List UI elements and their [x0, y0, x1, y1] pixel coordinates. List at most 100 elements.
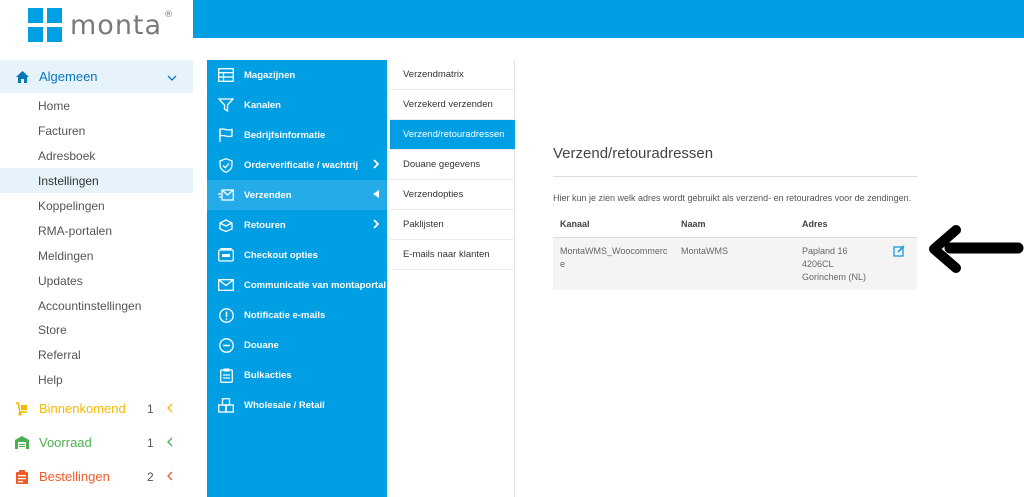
sidebar-item-updates[interactable]: Updates: [0, 268, 193, 293]
section-bestellingen-label: Bestellingen: [39, 469, 110, 484]
logo-mark-icon: [28, 8, 62, 42]
column-header-naam: Naam: [681, 219, 706, 229]
title-divider: [553, 176, 917, 177]
section-binnenkomend[interactable]: Binnenkomend 1: [0, 392, 193, 425]
cell-kanaal-line: e: [560, 259, 566, 269]
sidebar-item-store[interactable]: Store: [0, 317, 193, 342]
column-header-kanaal: Kanaal: [560, 219, 590, 229]
menu-item-retouren[interactable]: Retouren: [207, 210, 387, 240]
submenu-item-emails-naar-klanten[interactable]: E-mails naar klanten: [390, 240, 515, 270]
section-voorraad[interactable]: Voorraad 1: [0, 426, 193, 459]
cell-adres-line: Papland 16: [802, 246, 848, 256]
chevron-left-icon: [167, 401, 193, 416]
flag-icon: [218, 127, 234, 143]
menu-item-label: Kanalen: [244, 99, 281, 111]
edit-icon[interactable]: [893, 244, 905, 257]
sidebar-item-meldingen[interactable]: Meldingen: [0, 243, 193, 268]
chevron-left-icon: [167, 435, 193, 450]
submenu-item-paklijsten[interactable]: Paklijsten: [390, 210, 515, 240]
menu-item-label: Bulkacties: [244, 369, 292, 381]
caret-left-icon: [373, 189, 387, 201]
cell-adres-line: 4206CL: [802, 259, 834, 269]
menu-item-label: Douane: [244, 339, 279, 351]
sidebar-item-help[interactable]: Help: [0, 367, 193, 392]
column-header-adres: Adres: [802, 219, 828, 229]
funnel-icon: [218, 97, 234, 113]
cell-naam: MontaWMS: [681, 246, 729, 256]
page-description: Hier kun je zien welk adres wordt gebrui…: [553, 193, 912, 203]
settings-menu: Magazijnen Kanalen Bedrijfsinformatie Or…: [207, 60, 387, 497]
sidebar-item-home[interactable]: Home: [0, 93, 193, 118]
menu-item-bulkacties[interactable]: Bulkacties: [207, 360, 387, 390]
menu-item-bedrijfsinformatie[interactable]: Bedrijfsinformatie: [207, 120, 387, 150]
monta-logo[interactable]: monta ®: [28, 8, 174, 42]
bestellingen-count: 2: [147, 469, 154, 484]
binnenkomend-count: 1: [147, 401, 154, 416]
submenu-item-verzekerd-verzenden[interactable]: Verzekerd verzenden: [390, 90, 515, 120]
menu-item-checkout-opties[interactable]: Checkout opties: [207, 240, 387, 270]
dolly-icon: [15, 401, 29, 416]
menu-item-douane[interactable]: Douane: [207, 330, 387, 360]
box-return-icon: [218, 217, 234, 233]
envelope-send-icon: [218, 187, 234, 203]
verzenden-submenu: Verzendmatrix Verzekerd verzenden Verzen…: [390, 60, 515, 497]
sidebar-item-koppelingen[interactable]: Koppelingen: [0, 193, 193, 218]
clipboard-icon: [15, 469, 29, 484]
menu-item-label: Checkout opties: [244, 249, 318, 261]
section-bestellingen[interactable]: Bestellingen 2: [0, 460, 193, 493]
chevron-left-icon: [167, 469, 193, 484]
app-root: monta ® Algemeen Home Facturen Adresboek …: [0, 0, 1024, 497]
sidebar-item-rma-portalen[interactable]: RMA-portalen: [0, 218, 193, 243]
mail-icon: [218, 277, 234, 293]
submenu-item-verzendopties[interactable]: Verzendopties: [390, 180, 515, 210]
boxes-icon: [218, 397, 234, 413]
menu-item-communicatie[interactable]: Communicatie van montaportal: [207, 270, 387, 300]
cell-adres-line: Gorinchem (NL): [802, 272, 867, 282]
menu-item-label: Orderverificatie / wachtrij: [244, 159, 359, 171]
menu-item-magazijnen[interactable]: Magazijnen: [207, 60, 387, 90]
chevron-down-icon: [167, 69, 193, 84]
cell-kanaal: MontaWMS_Woocommerc e: [560, 245, 667, 271]
submenu-item-douane-gegevens[interactable]: Douane gegevens: [390, 150, 515, 180]
menu-item-label: Notificatie e-mails: [244, 309, 326, 321]
menu-item-orderverificatie[interactable]: Orderverificatie / wachtrij: [207, 150, 387, 180]
sidebar-item-adresboek[interactable]: Adresboek: [0, 143, 193, 168]
section-binnenkomend-label: Binnenkomend: [39, 401, 126, 416]
menu-item-verzenden[interactable]: Verzenden: [207, 180, 387, 210]
menu-item-label: Retouren: [244, 219, 286, 231]
menu-item-notificatie-emails[interactable]: Notificatie e-mails: [207, 300, 387, 330]
menu-item-kanalen[interactable]: Kanalen: [207, 90, 387, 120]
sidebar: monta ® Algemeen Home Facturen Adresboek …: [0, 0, 193, 497]
annotation-arrow-icon: [928, 224, 1024, 276]
menu-item-label: Communicatie van montaportal: [244, 279, 386, 291]
top-bar: [193, 0, 1024, 38]
table-icon: [218, 67, 234, 83]
submenu-item-verzend-retouradressen[interactable]: Verzend/retouradressen: [390, 120, 515, 150]
chevron-right-icon: [373, 158, 387, 172]
page-title: Verzend/retouradressen: [553, 145, 714, 162]
sidebar-item-referral[interactable]: Referral: [0, 342, 193, 367]
clipboard-list-icon: [218, 367, 234, 383]
minus-circle-icon: [218, 337, 234, 353]
menu-item-label: Magazijnen: [244, 69, 296, 81]
section-algemeen-label: Algemeen: [39, 69, 98, 84]
voorraad-count: 1: [147, 435, 154, 450]
logo-text: monta ®: [70, 9, 175, 41]
sidebar-item-facturen[interactable]: Facturen: [0, 118, 193, 143]
menu-item-wholesale-retail[interactable]: Wholesale / Retail: [207, 390, 387, 420]
section-algemeen[interactable]: Algemeen: [0, 60, 193, 93]
section-voorraad-label: Voorraad: [39, 435, 92, 450]
cell-adres: Papland 16 4206CL Gorinchem (NL): [802, 245, 866, 284]
menu-item-label: Verzenden: [244, 189, 292, 201]
menu-item-label: Wholesale / Retail: [244, 399, 325, 411]
menu-item-label: Bedrijfsinformatie: [244, 129, 326, 141]
submenu-item-verzendmatrix[interactable]: Verzendmatrix: [390, 60, 515, 90]
sidebar-item-accountinstellingen[interactable]: Accountinstellingen: [0, 293, 193, 318]
cell-kanaal-line: MontaWMS_Woocommerc: [560, 246, 668, 256]
sidebar-item-instellingen[interactable]: Instellingen: [0, 168, 193, 193]
shield-check-icon: [218, 157, 234, 173]
chevron-right-icon: [373, 218, 387, 232]
home-icon: [15, 70, 29, 84]
warehouse-icon: [15, 436, 29, 450]
info-circle-icon: [218, 307, 234, 323]
